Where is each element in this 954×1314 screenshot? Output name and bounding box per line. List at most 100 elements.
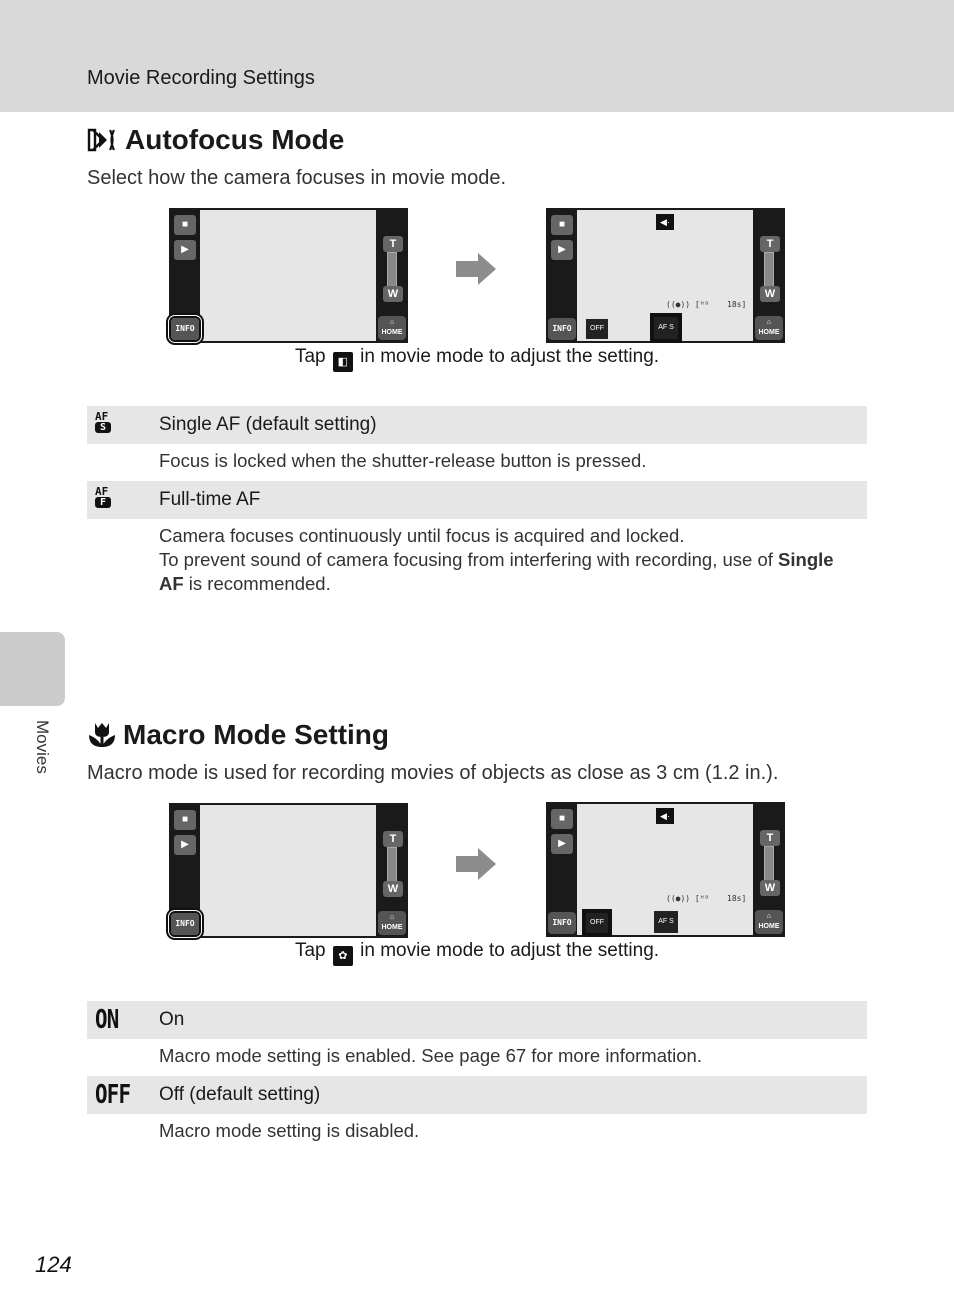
info-button[interactable]: INFO xyxy=(548,912,576,934)
section-title-text: Macro Mode Setting xyxy=(123,719,390,750)
home-label: HOME xyxy=(758,329,780,336)
option-description: Focus is locked when the shutter-release… xyxy=(159,450,647,471)
home-label: HOME xyxy=(758,923,780,930)
autofocus-icon xyxy=(87,128,115,152)
zoom-wide-button[interactable]: W xyxy=(383,881,403,897)
af-icon-top: AF xyxy=(95,410,109,423)
home-label: HOME xyxy=(381,924,403,931)
camera-screen-before: ■ ▶ INFO T W ⌂ HOME xyxy=(169,208,408,343)
home-label: HOME xyxy=(381,329,403,336)
zoom-slider[interactable] xyxy=(387,252,397,288)
home-button[interactable]: ⌂ HOME xyxy=(378,316,406,340)
af-f-icon: AF F xyxy=(95,486,135,514)
section-title-macro: Macro Mode Setting xyxy=(87,719,389,751)
zoom-slider[interactable] xyxy=(764,252,774,288)
option-row-full-time-af: AF F Full-time AF xyxy=(87,481,867,519)
af-icon-bottom: F xyxy=(95,497,112,508)
macro-tulip-icon xyxy=(89,723,115,747)
remaining-time: 18s] xyxy=(727,300,747,309)
zoom-tele-button[interactable]: T xyxy=(383,831,403,847)
caption-text: in movie mode to adjust the setting. xyxy=(360,346,660,367)
movie-camera-icon: ■ xyxy=(558,219,566,230)
off-icon: OFF xyxy=(95,1080,131,1110)
info-button[interactable]: INFO xyxy=(169,316,201,342)
zoom-slider[interactable] xyxy=(387,847,397,883)
vr-icon[interactable]: ◀· xyxy=(656,808,674,824)
macro-button[interactable]: OFF xyxy=(584,911,610,935)
playback-button[interactable]: ▶ xyxy=(551,240,573,260)
caption-autofocus: Tap ◧ in movie mode to adjust the settin… xyxy=(0,346,954,372)
caption-text: Tap xyxy=(294,346,326,367)
status-indicators: ((●)) [ᴴᴰ xyxy=(666,894,710,903)
option-row-on: ON On xyxy=(87,1001,867,1039)
remaining-time: 18s] xyxy=(727,894,747,903)
autofocus-mode-button[interactable]: AF S xyxy=(652,315,680,341)
macro-button[interactable]: OFF xyxy=(586,319,608,339)
playback-button[interactable]: ▶ xyxy=(174,240,196,260)
playback-button[interactable]: ▶ xyxy=(551,834,573,854)
option-description: Macro mode setting is enabled. See page … xyxy=(159,1045,702,1066)
zoom-wide-button[interactable]: W xyxy=(383,286,403,302)
zoom-tele-button[interactable]: T xyxy=(760,236,780,252)
movie-camera-icon: ■ xyxy=(181,219,189,230)
option-row-off: OFF Off (default setting) xyxy=(87,1076,867,1114)
info-button[interactable]: INFO xyxy=(548,318,576,340)
caption-text: Tap xyxy=(294,940,326,961)
macro-tulip-icon: ✿ xyxy=(332,946,353,966)
section-subtitle: Select how the camera focuses in movie m… xyxy=(87,167,507,189)
section-title-text: Autofocus Mode xyxy=(125,124,345,155)
option-label: Off (default setting) xyxy=(159,1084,321,1105)
section-subtitle: Macro mode is used for recording movies … xyxy=(87,762,779,784)
desc-text: is recommended. xyxy=(183,573,331,594)
option-description: Macro mode setting is disabled. xyxy=(159,1120,420,1141)
header-band xyxy=(0,0,954,112)
lcd-area xyxy=(200,805,376,936)
play-icon: ▶ xyxy=(181,839,189,850)
caption-text: in movie mode to adjust the setting. xyxy=(360,940,660,961)
page-number: 124 xyxy=(35,1252,72,1277)
description-line: To prevent sound of camera focusing from… xyxy=(159,548,859,596)
info-button[interactable]: INFO xyxy=(169,911,201,937)
lcd-area xyxy=(200,210,376,341)
camera-screen-after: ■ ▶ ◀· ((●)) [ᴴᴰ 18s] INFO OFF AF S T W … xyxy=(546,208,785,343)
vr-icon[interactable]: ◀· xyxy=(656,214,674,230)
movie-mode-button[interactable]: ■ xyxy=(551,809,573,829)
autofocus-mode-button[interactable]: AF S xyxy=(654,911,678,933)
home-button[interactable]: ⌂ HOME xyxy=(378,911,406,935)
play-icon: ▶ xyxy=(181,244,189,255)
zoom-tele-button[interactable]: T xyxy=(383,236,403,252)
zoom-wide-button[interactable]: W xyxy=(760,286,780,302)
desc-text: To prevent sound of camera focusing from… xyxy=(159,549,779,570)
movie-camera-icon: ■ xyxy=(181,814,189,825)
option-label: Full-time AF xyxy=(159,489,261,510)
section-title-autofocus: Autofocus Mode xyxy=(87,124,344,156)
side-tab-label: Movies xyxy=(33,720,52,774)
caption-macro: Tap ✿ in movie mode to adjust the settin… xyxy=(0,940,954,966)
af-s-icon: AF S xyxy=(95,411,135,439)
status-indicators: ((●)) [ᴴᴰ xyxy=(666,300,710,309)
option-label: On xyxy=(159,1009,185,1030)
home-button[interactable]: ⌂ HOME xyxy=(755,910,783,934)
option-label: Single AF (default setting) xyxy=(159,414,377,435)
movie-mode-button[interactable]: ■ xyxy=(551,215,573,235)
af-icon-bottom: S xyxy=(95,422,112,433)
header-title: Movie Recording Settings xyxy=(87,67,315,89)
description-line: Camera focuses continuously until focus … xyxy=(159,525,685,546)
option-description: Camera focuses continuously until focus … xyxy=(159,524,859,596)
af-icon-top: AF xyxy=(95,485,109,498)
playback-button[interactable]: ▶ xyxy=(174,835,196,855)
home-button[interactable]: ⌂ HOME xyxy=(755,316,783,340)
movie-camera-icon: ■ xyxy=(558,813,566,824)
camera-screen-after: ■ ▶ ◀· ((●)) [ᴴᴰ 18s] INFO OFF AF S T W … xyxy=(546,802,785,937)
option-row-single-af: AF S Single AF (default setting) xyxy=(87,406,867,444)
movie-mode-button[interactable]: ■ xyxy=(174,215,196,235)
camera-screen-before: ■ ▶ INFO T W ⌂ HOME xyxy=(169,803,408,938)
play-icon: ▶ xyxy=(558,838,566,849)
movie-mode-button[interactable]: ■ xyxy=(174,810,196,830)
on-icon: ON xyxy=(95,1005,119,1035)
play-icon: ▶ xyxy=(558,244,566,255)
zoom-wide-button[interactable]: W xyxy=(760,880,780,896)
side-tab[interactable] xyxy=(0,632,65,706)
zoom-slider[interactable] xyxy=(764,846,774,882)
zoom-tele-button[interactable]: T xyxy=(760,830,780,846)
